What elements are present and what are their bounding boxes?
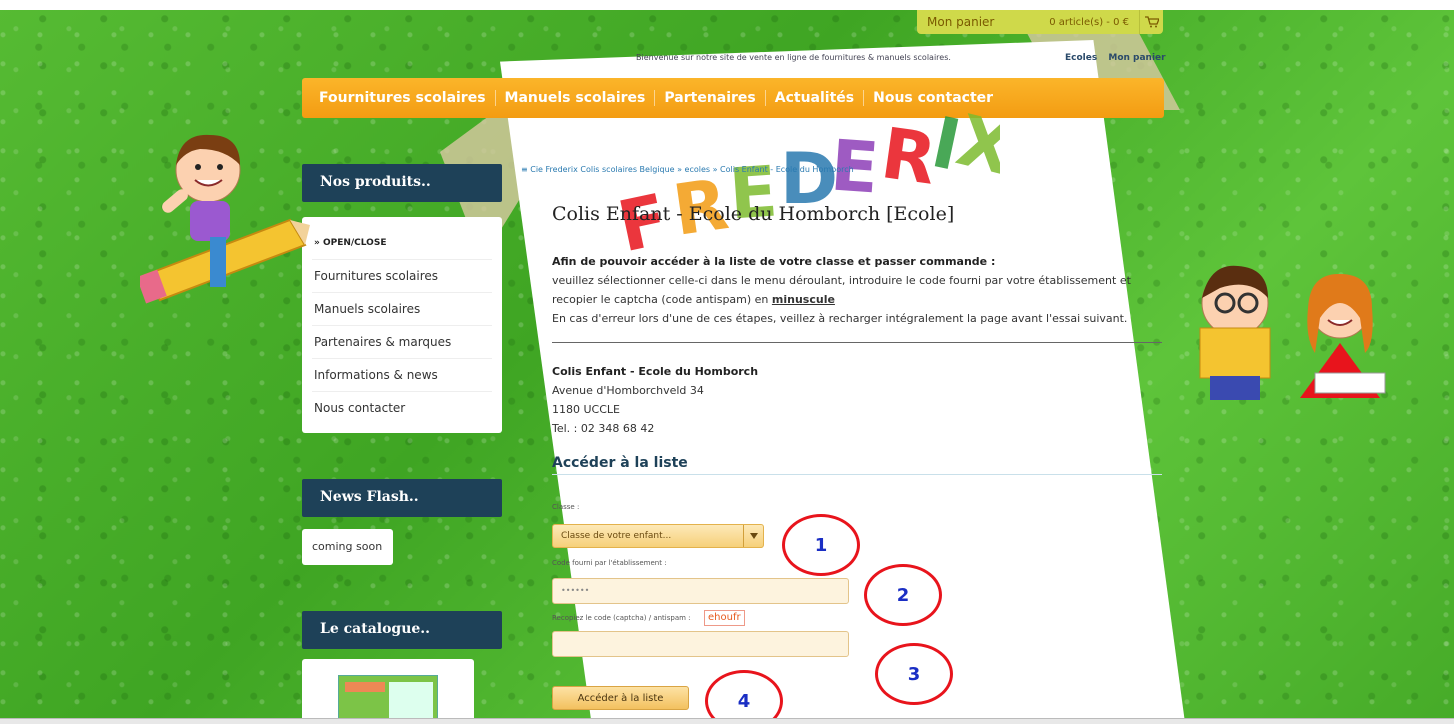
nav-actualites[interactable]: Actualités (766, 90, 865, 106)
frederix-logo: F R E D E R I X (611, 108, 1000, 258)
top-link-ecoles[interactable]: Ecoles (1065, 53, 1097, 63)
separator (552, 342, 1162, 343)
chevron-down-icon[interactable] (743, 525, 763, 547)
sidebar-item-partenaires[interactable]: Partenaires & marques (312, 326, 492, 359)
browser-top-gap (0, 0, 1454, 10)
breadcrumb[interactable]: ≡ Cie Frederix Colis scolaires Belgique … (521, 165, 854, 174)
sidebar-item-contact[interactable]: Nous contacter (312, 392, 492, 425)
nav-fournitures[interactable]: Fournitures scolaires (310, 90, 496, 106)
school-tel: Tel. : 02 348 68 42 (552, 422, 655, 435)
class-label: Classe : (552, 503, 580, 511)
intro-minuscule-link[interactable]: minuscule (772, 293, 835, 306)
school-city: 1180 UCCLE (552, 403, 620, 416)
kid-on-pencil-illustration (140, 134, 310, 304)
cart-label[interactable]: Mon panier (917, 15, 1007, 29)
sidebar-menu: » OPEN/CLOSE Fournitures scolaires Manue… (302, 217, 502, 433)
sidebar-news-title: News Flash.. (302, 479, 502, 517)
school-address: Colis Enfant - Ecole du Homborch Avenue … (552, 362, 758, 438)
sidebar-catalogue-title: Le catalogue.. (302, 611, 502, 649)
code-label: Code fourni par l'établissement : (552, 559, 667, 567)
catalogue-box (302, 659, 474, 724)
news-text: coming soon (302, 529, 393, 565)
welcome-text: Bienvenue sur notre site de vente en lig… (636, 53, 951, 62)
annotation-marker-3: 3 (875, 643, 953, 705)
top-link-panier[interactable]: Mon panier (1108, 53, 1165, 63)
captcha-image: ehoufr (704, 610, 745, 626)
cart-icon[interactable] (1139, 10, 1163, 34)
class-select[interactable]: Classe de votre enfant... (552, 524, 764, 548)
sidebar-products-title: Nos produits.. (302, 164, 502, 202)
code-input[interactable]: •••••• (552, 578, 849, 604)
nav-partenaires[interactable]: Partenaires (655, 90, 766, 106)
class-select-value: Classe de votre enfant... (561, 531, 672, 541)
cart-count[interactable]: 0 article(s) - 0 € (1007, 17, 1139, 28)
school-name: Colis Enfant - Ecole du Homborch (552, 365, 759, 378)
annotation-marker-1: 1 (782, 514, 860, 576)
kids-reading-illustration (1199, 265, 1386, 400)
sidebar-item-fournitures[interactable]: Fournitures scolaires (312, 260, 492, 293)
sidebar-item-open-close[interactable]: » OPEN/CLOSE (312, 227, 492, 260)
school-street: Avenue d'Homborchveld 34 (552, 384, 704, 397)
page-title: Colis Enfant - Ecole du Homborch [Ecole] (552, 203, 955, 225)
catalogue-thumbnail[interactable] (338, 675, 438, 724)
nav-contact[interactable]: Nous contacter (864, 90, 1002, 106)
intro-line2: En cas d'erreur lors d'une de ces étapes… (552, 312, 1128, 325)
access-list-button[interactable]: Accéder à la liste (552, 686, 689, 710)
sidebar-item-manuels[interactable]: Manuels scolaires (312, 293, 492, 326)
intro-text: Afin de pouvoir accéder à la liste de vo… (552, 252, 1164, 328)
top-links: Ecoles Mon panier (1057, 53, 1166, 63)
sidebar-item-informations[interactable]: Informations & news (312, 359, 492, 392)
cart-bar[interactable]: Mon panier 0 article(s) - 0 € (917, 10, 1163, 34)
nav-manuels[interactable]: Manuels scolaires (496, 90, 656, 106)
section-divider (552, 474, 1162, 475)
captcha-label: Recopiez le code (captcha) / antispam : (552, 614, 691, 622)
intro-line1: veuillez sélectionner celle-ci dans le m… (552, 274, 1131, 306)
captcha-input[interactable] (552, 631, 849, 657)
annotation-marker-4: 4 (705, 670, 783, 724)
browser-bottom-bar (0, 718, 1454, 724)
intro-heading: Afin de pouvoir accéder à la liste de vo… (552, 255, 996, 268)
access-list-title: Accéder à la liste (552, 455, 688, 471)
annotation-marker-2: 2 (864, 564, 942, 626)
